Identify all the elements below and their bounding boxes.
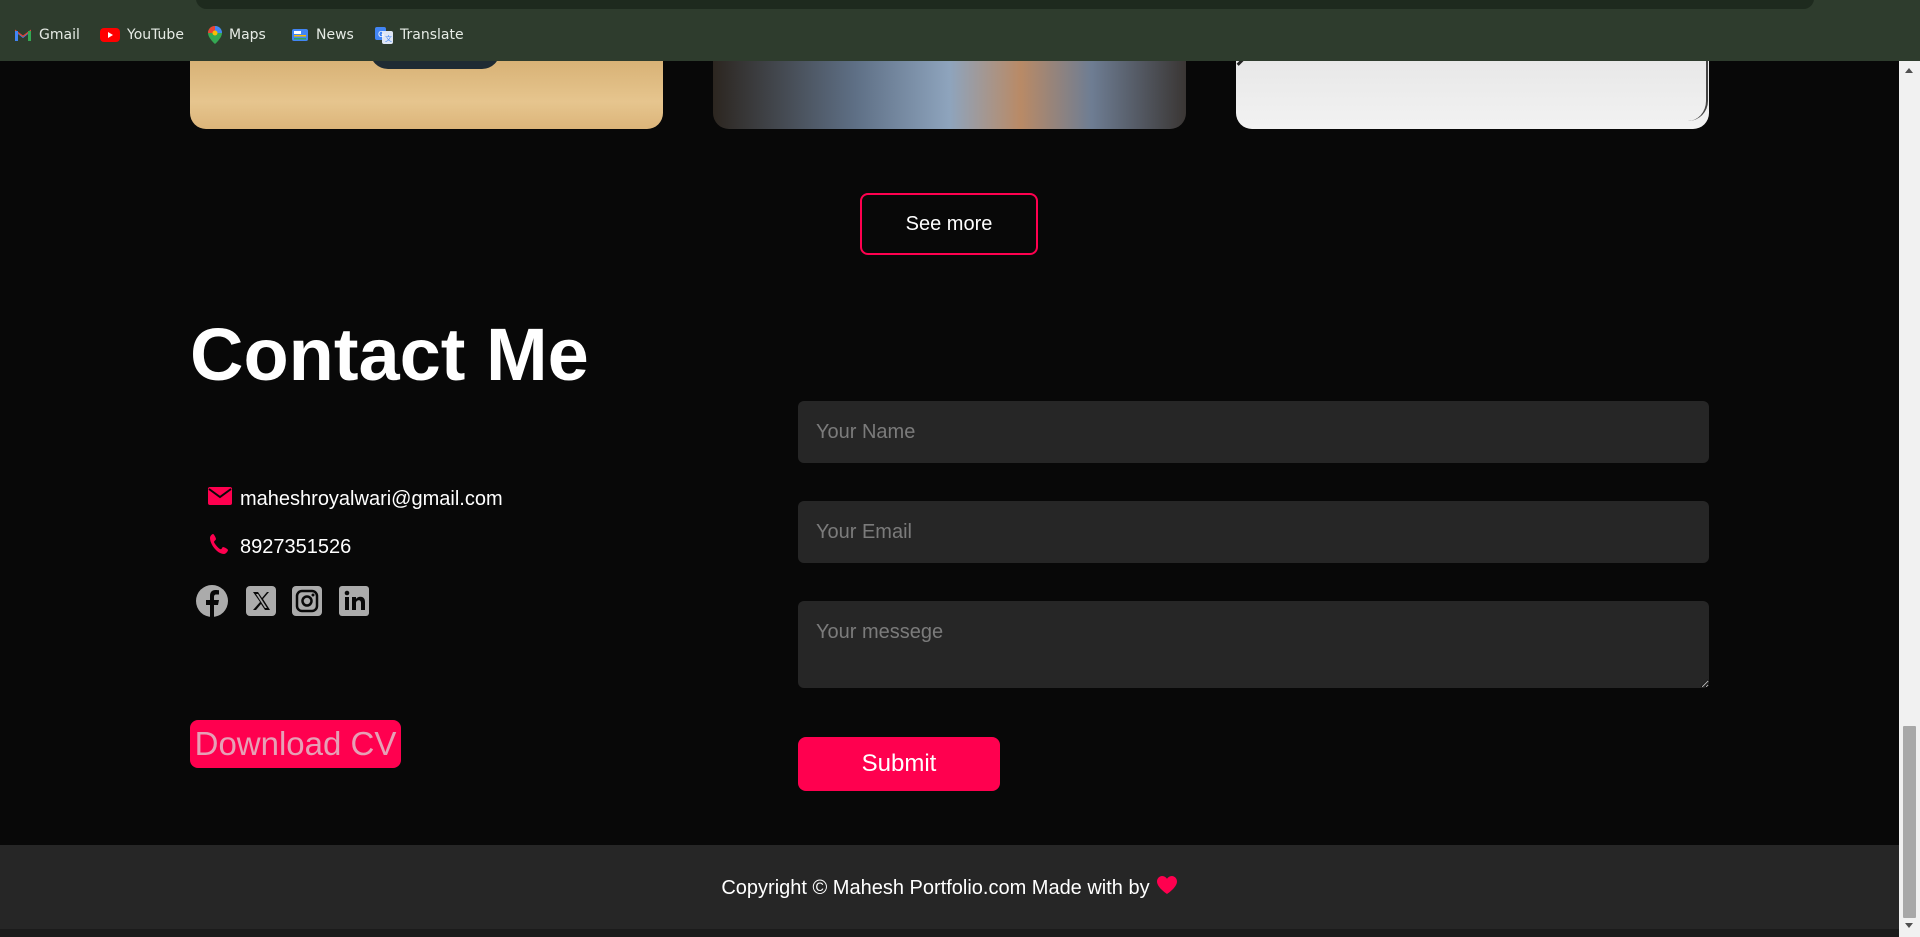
card-image-detail: [1236, 61, 1409, 129]
email-input[interactable]: [798, 501, 1709, 563]
linkedin-icon[interactable]: [337, 584, 371, 618]
bookmark-label: Gmail: [39, 27, 80, 43]
portfolio-card-image: [713, 61, 1186, 129]
contact-phone: 8927351526: [208, 532, 351, 562]
phone-text: 8927351526: [240, 535, 352, 558]
bookmark-label: News: [316, 27, 354, 43]
card-image-detail: [1676, 61, 1708, 121]
scroll-down-arrow-icon[interactable]: [1905, 923, 1913, 928]
envelope-icon: [208, 487, 232, 511]
svg-text:G: G: [378, 30, 384, 39]
name-input[interactable]: [798, 401, 1709, 463]
contact-title: Contact Me: [190, 313, 589, 396]
address-bar-edge[interactable]: [196, 0, 1814, 9]
gmail-icon: [14, 28, 32, 42]
footer-text: Copyright © Mahesh Portfolio.com Made wi…: [721, 876, 1150, 899]
contact-email: maheshroyalwari@gmail.com: [208, 487, 503, 511]
scroll-up-arrow-icon[interactable]: [1905, 68, 1913, 73]
footer: Copyright © Mahesh Portfolio.com Made wi…: [0, 845, 1899, 937]
bookmark-maps[interactable]: Maps: [208, 25, 266, 45]
bookmarks-bar: Gmail YouTube Maps News G文 Translate: [0, 0, 1920, 61]
see-more-button[interactable]: See more: [860, 193, 1038, 255]
bookmark-youtube[interactable]: YouTube: [100, 25, 184, 45]
email-text: maheshroyalwari@gmail.com: [240, 487, 503, 510]
bookmark-translate[interactable]: G文 Translate: [375, 25, 464, 45]
bottom-edge: [0, 929, 1899, 937]
translate-icon: G文: [375, 26, 393, 44]
svg-text:文: 文: [385, 34, 392, 43]
bookmark-gmail[interactable]: Gmail: [14, 25, 80, 45]
bookmark-label: Maps: [229, 27, 266, 43]
instagram-icon[interactable]: [290, 584, 324, 618]
message-textarea[interactable]: [798, 601, 1709, 688]
scrollbar-thumb[interactable]: [1903, 726, 1916, 918]
heart-icon: [1156, 875, 1178, 901]
portfolio-card-image: [1236, 61, 1709, 129]
bookmark-news[interactable]: News: [291, 25, 354, 45]
footer-copyright: Copyright © Mahesh Portfolio.com Made wi…: [0, 875, 1899, 901]
submit-button[interactable]: Submit: [798, 737, 1000, 791]
bookmark-label: YouTube: [127, 27, 184, 43]
x-icon[interactable]: [244, 584, 278, 618]
portfolio-card-image: [190, 61, 663, 129]
bookmark-label: Translate: [400, 27, 464, 43]
facebook-icon[interactable]: [195, 584, 229, 618]
youtube-icon: [100, 28, 120, 42]
phone-icon: [208, 532, 232, 562]
card-image-detail: [370, 61, 500, 69]
maps-icon: [208, 26, 222, 44]
page-scrollbar[interactable]: [1899, 61, 1920, 937]
news-icon: [291, 28, 309, 42]
download-cv-button[interactable]: Download CV: [190, 720, 401, 768]
